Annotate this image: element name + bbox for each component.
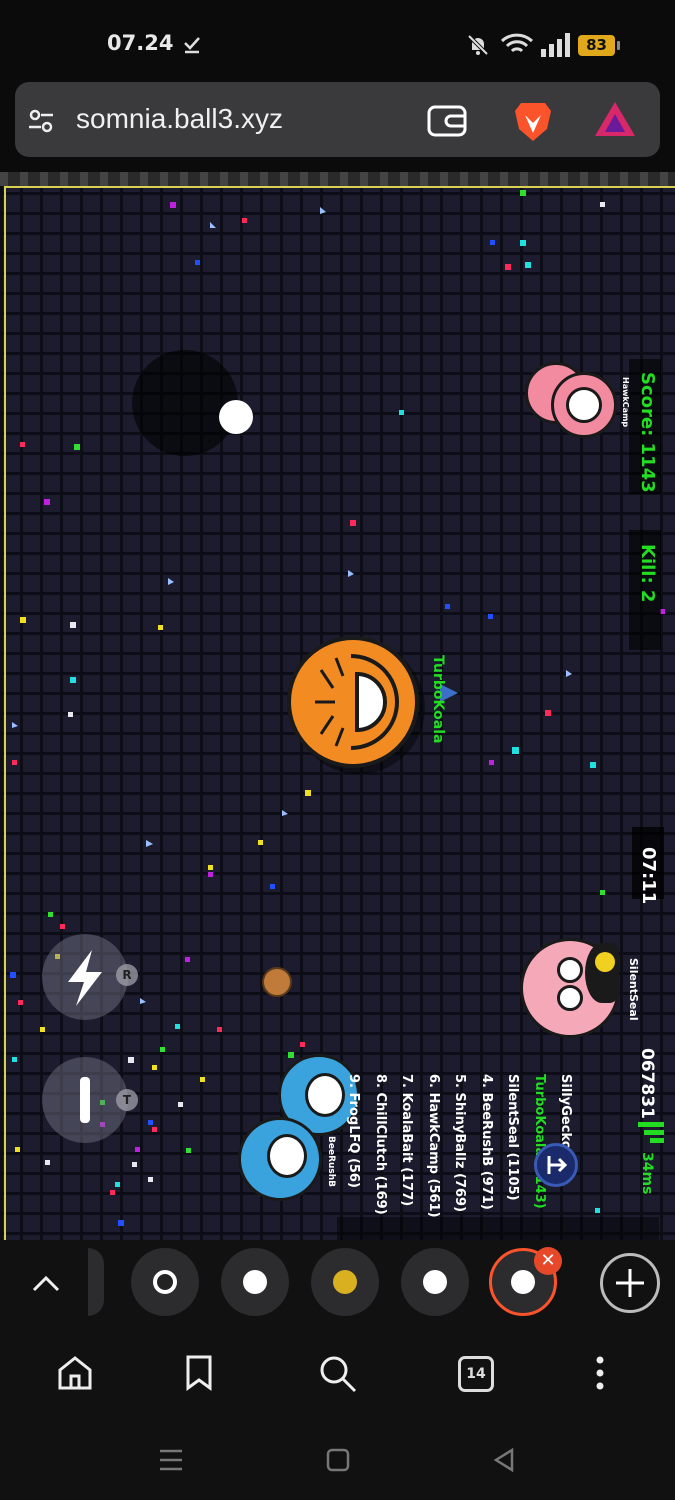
brave-shields-icon[interactable] xyxy=(513,99,553,143)
joystick-base[interactable] xyxy=(132,350,238,456)
enemy-name-silentseal: SilentSeal xyxy=(627,958,640,1021)
browser-header: somnia.ball3.xyz xyxy=(0,80,675,172)
exit-button[interactable] xyxy=(534,1143,578,1187)
leaderboard-panel xyxy=(337,1217,659,1240)
enemy-ball-blue-b xyxy=(238,1117,322,1201)
leaderboard-entry: TurboKoala (1143) xyxy=(531,1074,547,1209)
match-timer: 07:11 xyxy=(638,847,659,905)
site-settings-icon[interactable] xyxy=(27,107,55,135)
enemy-name-hawkcamp: HawkCamp xyxy=(621,377,630,428)
player-name-self: TurboKoala xyxy=(430,655,446,744)
tab-item-4[interactable] xyxy=(401,1248,469,1316)
split-key-hint: T xyxy=(116,1089,138,1111)
tab-count-button[interactable]: 14 xyxy=(458,1356,494,1392)
kill-label: Kill: 2 xyxy=(637,544,658,603)
status-bar: 07.24 83 xyxy=(0,0,675,80)
player-ball-self xyxy=(287,636,419,768)
tab-item-3[interactable] xyxy=(311,1248,379,1316)
collapse-up-icon[interactable] xyxy=(30,1270,62,1294)
battery-indicator: 83 xyxy=(578,35,620,56)
joystick-knob[interactable] xyxy=(219,400,253,434)
boost-key-hint: R xyxy=(116,964,138,986)
leaderboard-entry: 5. ShinyBallz (769) xyxy=(452,1074,467,1213)
enemy-name-beerushb: BeeRushB xyxy=(326,1136,336,1188)
game-canvas[interactable]: Score: 1143 Kill: 2 07:11 HawkCamp Turbo… xyxy=(0,172,675,1240)
leaderboard-entry: 6. HawkCamp (561) xyxy=(425,1074,441,1218)
bookmark-icon[interactable] xyxy=(184,1354,214,1392)
mute-bell-icon xyxy=(467,34,489,56)
home-nav-icon[interactable] xyxy=(326,1448,350,1472)
wifi-icon xyxy=(500,33,534,53)
recent-apps-icon[interactable] xyxy=(158,1448,184,1472)
ping-readout: 34ms xyxy=(639,1152,655,1195)
close-tab-icon[interactable]: ✕ xyxy=(534,1247,562,1275)
address-bar[interactable]: somnia.ball3.xyz xyxy=(15,82,660,157)
score-label: Score: 1143 xyxy=(637,372,658,493)
flower-badge-icon xyxy=(595,952,615,972)
bottom-toolbar xyxy=(0,1328,675,1428)
download-done-icon xyxy=(184,37,200,54)
system-navigation-bar xyxy=(0,1428,675,1500)
leaderboard-entry: 8. ChillClutch (169) xyxy=(372,1074,388,1215)
leaderboard-entry: 9. FrogLFQ (56) xyxy=(346,1074,361,1188)
search-icon[interactable] xyxy=(318,1354,358,1394)
home-icon[interactable] xyxy=(56,1354,94,1392)
points-counter: 067831 xyxy=(637,1048,657,1119)
signal-bars-icon xyxy=(638,1122,664,1143)
url-text[interactable]: somnia.ball3.xyz xyxy=(76,103,283,135)
wallet-icon[interactable] xyxy=(427,102,467,138)
coin-pellet xyxy=(262,967,292,997)
leaderboard-entry: 4. BeeRushB (971) xyxy=(478,1074,494,1210)
leaderboard-entry: 7. KoalaBait (177) xyxy=(399,1074,414,1207)
more-menu-icon[interactable] xyxy=(590,1356,610,1390)
boost-button[interactable] xyxy=(42,934,128,1020)
brave-rewards-icon[interactable] xyxy=(593,100,637,138)
enemy-ball-hawkcamp-b xyxy=(551,372,617,438)
tab-item-1[interactable] xyxy=(131,1248,199,1316)
signal-icon xyxy=(541,33,570,57)
tab-item-2[interactable] xyxy=(221,1248,289,1316)
status-time: 07.24 xyxy=(107,31,174,55)
leaderboard-entry: SilentSeal (1105) xyxy=(505,1074,520,1201)
tab-partial[interactable] xyxy=(88,1248,104,1316)
back-nav-icon[interactable] xyxy=(492,1448,516,1472)
new-tab-button[interactable] xyxy=(600,1253,660,1313)
